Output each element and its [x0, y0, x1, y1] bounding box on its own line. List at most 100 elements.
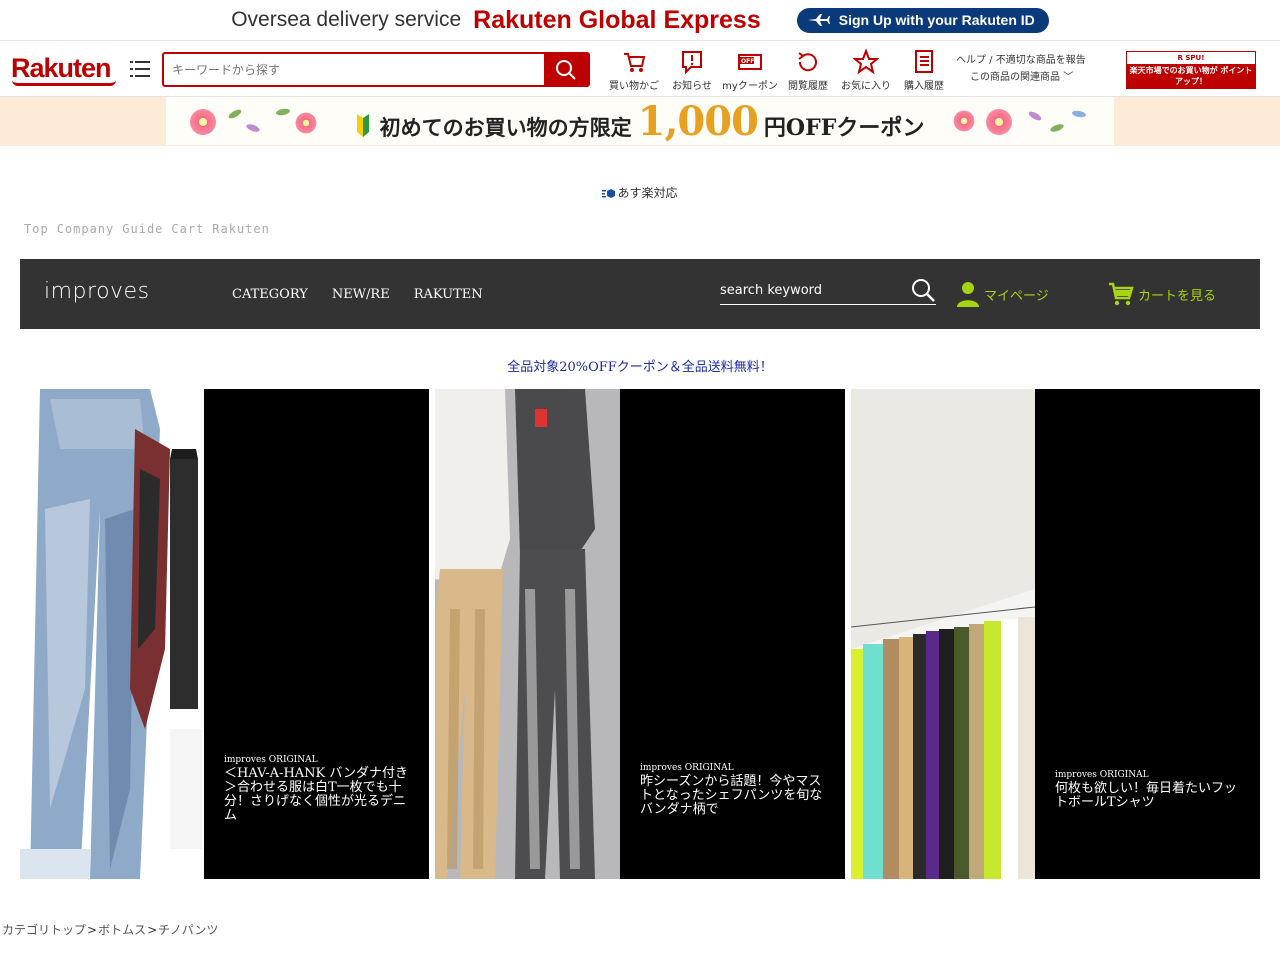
- feature-tiles: improves ORIGINAL ＜HAV-A-HANK バンダナ付き＞合わせ…: [20, 389, 1260, 879]
- header-nav-icons: 買い物かご お知らせ OFF myクーポン 閲覧履歴 お気に入り 購入履歴: [605, 49, 953, 92]
- flower-decoration: [188, 107, 218, 137]
- leaf-decoration: [1027, 109, 1043, 123]
- asuraku-label: あす楽対応: [0, 184, 1280, 201]
- chevron-down-icon: ﹀: [1063, 72, 1074, 83]
- text-nav-cart[interactable]: Cart: [171, 222, 204, 236]
- feature-tile[interactable]: improves ORIGINAL 昨シーズンから話題！今やマストとなったシェフ…: [435, 389, 845, 879]
- logo-swoosh: [12, 80, 116, 86]
- airplane-icon: [807, 14, 830, 26]
- breadcrumb-separator: >: [147, 923, 158, 937]
- sale-announcement[interactable]: 全品対象20%OFFクーポン＆全品送料無料！: [0, 356, 1280, 375]
- feature-caption-panel: improves ORIGINAL 何枚も欲しい！毎日着たいフットボールTシャツ: [1035, 389, 1260, 879]
- improves-logo[interactable]: improves: [44, 279, 150, 304]
- text-nav-top[interactable]: Top: [24, 222, 49, 236]
- delivery-box-icon: [602, 189, 616, 198]
- text-nav-company[interactable]: Company: [57, 222, 115, 236]
- text-nav-guide[interactable]: Guide: [122, 222, 163, 236]
- coupon-strip: 初めてのお買い物の方限定 1,000 円OFFクーポン: [0, 97, 1280, 146]
- store-nav: CATEGORY NEW/RE RAKUTEN: [232, 287, 507, 302]
- star-icon: [853, 49, 879, 75]
- search-input[interactable]: [172, 61, 542, 79]
- mypage-link[interactable]: マイページ: [956, 280, 1049, 308]
- feature-caption: improves ORIGINAL ＜HAV-A-HANK バンダナ付き＞合わせ…: [224, 755, 414, 823]
- nav-favorites-label: お気に入り: [841, 81, 891, 92]
- store-nav-new[interactable]: NEW/RE: [332, 287, 390, 302]
- global-express-promo-bar: Oversea delivery service Rakuten Global …: [0, 0, 1280, 40]
- nav-history[interactable]: 閲覧履歴: [779, 49, 837, 92]
- feature-title: 昨シーズンから話題！今やマストとなったシェフパンツを旬なバンダナ柄で: [640, 774, 823, 817]
- asuraku-text: あす楽対応: [617, 186, 678, 200]
- user-icon: [957, 282, 979, 307]
- feature-caption-panel: improves ORIGINAL ＜HAV-A-HANK バンダナ付き＞合わせ…: [204, 389, 429, 879]
- flower-decoration: [294, 111, 318, 135]
- help-links: ヘルプ / 不適切な商品を報告 この商品の関連商品 ﹀: [956, 52, 1086, 86]
- feature-brand: improves ORIGINAL: [1055, 770, 1149, 780]
- shop-text-nav: Top Company Guide Cart Rakuten: [24, 222, 278, 236]
- nav-notification-label: お知らせ: [672, 81, 712, 92]
- feature-title: 何枚も欲しい！毎日着たいフットボールTシャツ: [1055, 781, 1238, 810]
- breadcrumb-category-top[interactable]: カテゴリトップ: [2, 923, 86, 937]
- leaf-decoration: [275, 107, 291, 117]
- coupon-amount: 1,000: [637, 97, 759, 145]
- beginner-mark-icon: [356, 113, 369, 137]
- store-search-input[interactable]: [720, 283, 900, 298]
- feature-tile[interactable]: improves ORIGINAL ＜HAV-A-HANK バンダナ付き＞合わせ…: [20, 389, 429, 879]
- leaf-decoration: [1071, 109, 1087, 119]
- menu-icon[interactable]: [130, 59, 150, 79]
- breadcrumb-separator: >: [87, 923, 98, 937]
- cart-icon: [1109, 282, 1134, 306]
- leaf-decoration: [1049, 122, 1065, 134]
- related-products-link[interactable]: この商品の関連商品 ﹀: [956, 69, 1086, 86]
- purchase-history-icon: [915, 50, 933, 73]
- signup-button[interactable]: Sign Up with your Rakuten ID: [796, 7, 1049, 33]
- store-nav-category[interactable]: CATEGORY: [232, 287, 308, 302]
- coupon-icon: OFF: [738, 54, 762, 70]
- feature-tile[interactable]: improves ORIGINAL 何枚も欲しい！毎日着たいフットボールTシャツ: [851, 389, 1260, 879]
- breadcrumb-bottoms[interactable]: ボトムス: [98, 923, 146, 937]
- text-nav-rakuten[interactable]: Rakuten: [212, 222, 270, 236]
- view-cart-label: カートを見る: [1138, 288, 1217, 304]
- feature-title: ＜HAV-A-HANK バンダナ付き＞合わせる服は白T一枚でも十分！さりげなく個…: [224, 766, 409, 823]
- nav-purchase-history[interactable]: 購入履歴: [895, 49, 953, 92]
- store-search: [720, 277, 936, 305]
- nav-coupon[interactable]: OFF myクーポン: [721, 49, 779, 92]
- store-nav-rakuten[interactable]: RAKUTEN: [414, 287, 483, 302]
- svg-text:OFF: OFF: [741, 58, 754, 65]
- rakuten-header: Rakuten 買い物かご お知らせ OFF myクーポン 閲覧履歴 お: [0, 40, 1280, 97]
- help-report-link[interactable]: ヘルプ / 不適切な商品を報告: [956, 52, 1086, 69]
- global-express-title[interactable]: Rakuten Global Express: [473, 6, 761, 35]
- nav-cart-label: 買い物かご: [609, 81, 659, 92]
- feature-brand: improves ORIGINAL: [640, 763, 734, 773]
- search-icon: [556, 59, 576, 80]
- store-header-bar: improves CATEGORY NEW/RE RAKUTEN マイページ カ…: [20, 259, 1260, 329]
- cart-icon: [624, 53, 646, 72]
- spu-logo: R SPU!: [1127, 52, 1255, 64]
- search-box: [162, 52, 590, 87]
- feature-caption: improves ORIGINAL 何枚も欲しい！毎日着たいフットボールTシャツ: [1055, 770, 1245, 810]
- oversea-delivery-text: Oversea delivery service: [231, 8, 462, 31]
- view-cart-link[interactable]: カートを見る: [1108, 281, 1216, 307]
- feature-caption: improves ORIGINAL 昨シーズンから話題！今やマストとなったシェフ…: [640, 763, 830, 817]
- nav-history-label: 閲覧履歴: [788, 81, 828, 92]
- nav-notification[interactable]: お知らせ: [663, 49, 721, 92]
- search-button[interactable]: [544, 54, 588, 85]
- breadcrumb: カテゴリトップ>ボトムス>チノパンツ: [2, 921, 218, 938]
- coupon-suffix: 円OFFクーポン: [763, 114, 925, 141]
- leaf-decoration: [227, 107, 243, 121]
- mypage-label: マイページ: [984, 288, 1049, 304]
- feature-image-football-tees: [851, 389, 1035, 879]
- spu-banner[interactable]: R SPU! 楽天市場でのお買い物が ポイントアップ！: [1126, 51, 1256, 89]
- feature-image-denim: [20, 389, 204, 879]
- signup-label: Sign Up with your Rakuten ID: [838, 12, 1035, 28]
- feature-brand: improves ORIGINAL: [224, 755, 318, 765]
- feature-image-chef-pants: [435, 389, 620, 879]
- feature-caption-panel: improves ORIGINAL 昨シーズンから話題！今やマストとなったシェフ…: [620, 389, 845, 879]
- search-icon[interactable]: [910, 277, 936, 303]
- notification-icon: [682, 51, 702, 75]
- nav-cart[interactable]: 買い物かご: [605, 49, 663, 92]
- flower-decoration: [984, 107, 1014, 137]
- nav-favorites[interactable]: お気に入り: [837, 49, 895, 92]
- spu-text: 楽天市場でのお買い物が ポイントアップ！: [1129, 66, 1253, 86]
- first-purchase-coupon-banner[interactable]: 初めてのお買い物の方限定 1,000 円OFFクーポン: [166, 97, 1114, 145]
- nav-purchase-history-label: 購入履歴: [904, 81, 944, 92]
